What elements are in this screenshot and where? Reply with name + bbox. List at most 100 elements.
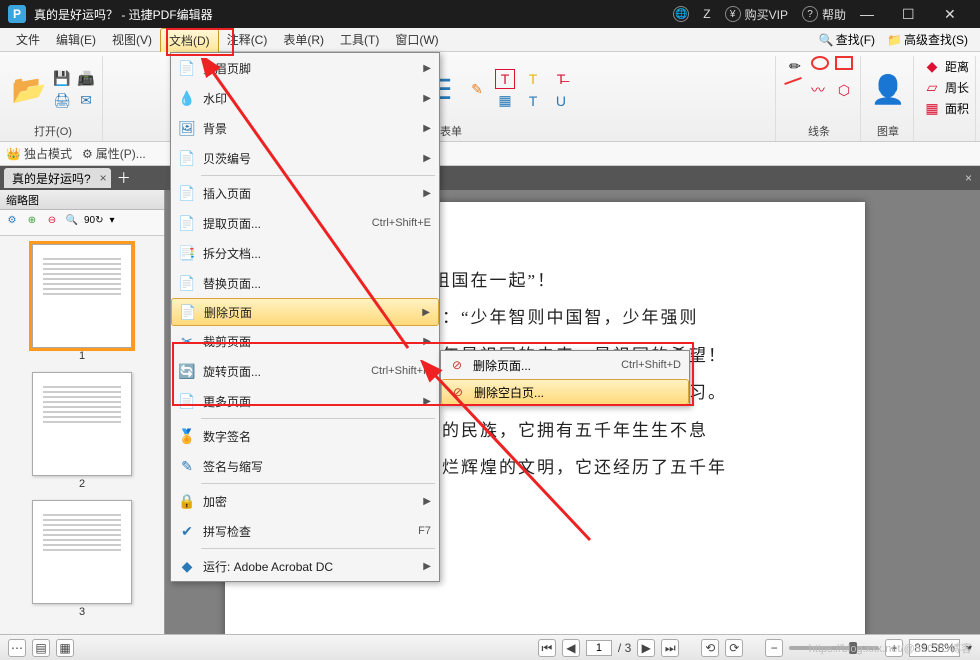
find-button[interactable]: 🔍查找(F) bbox=[815, 29, 879, 50]
last-page-button[interactable]: ⏭ bbox=[661, 639, 679, 657]
next-page-button[interactable]: ▶ bbox=[637, 639, 655, 657]
thumbnail-page[interactable] bbox=[32, 244, 132, 348]
text-tool-icon[interactable]: T bbox=[523, 91, 543, 111]
nav-back-button[interactable]: ⟲ bbox=[701, 639, 719, 657]
menu-注释[interactable]: 注释(C) bbox=[219, 28, 276, 52]
window-title: 真的是好运吗？ - 迅捷PDF编辑器 bbox=[34, 6, 213, 23]
menu-item[interactable]: 📄删除页面▶ bbox=[171, 298, 439, 326]
save-icon[interactable]: 💾 bbox=[52, 69, 72, 89]
nav-fwd-button[interactable]: ⟳ bbox=[725, 639, 743, 657]
mail-icon[interactable]: ✉ bbox=[76, 91, 96, 111]
thumb-zoom-icon[interactable]: 🔍 bbox=[64, 215, 80, 231]
menu-item[interactable]: 💧水印▶ bbox=[171, 83, 439, 113]
menu-item[interactable]: ✂裁剪页面▶ bbox=[171, 326, 439, 356]
menu-item[interactable]: 📄替换页面... bbox=[171, 268, 439, 298]
scan-icon[interactable]: 📠 bbox=[76, 69, 96, 89]
text-box-icon[interactable]: T bbox=[495, 69, 515, 89]
page-total-label: / 3 bbox=[618, 641, 631, 655]
thumb-add-icon[interactable]: ⊕ bbox=[24, 215, 40, 231]
new-tab-button[interactable]: ＋ bbox=[117, 168, 131, 188]
user-label[interactable]: Z bbox=[703, 7, 710, 21]
thumb-remove-icon[interactable]: ⊖ bbox=[44, 215, 60, 231]
zoom-out-button[interactable]: − bbox=[765, 639, 783, 657]
thumbnail-number: 2 bbox=[79, 478, 85, 490]
thumb-rotate-icon[interactable]: 90↻ bbox=[84, 215, 100, 231]
grid-icon[interactable]: ▦ bbox=[56, 639, 74, 657]
menu-item[interactable]: 📄更多页面▶ bbox=[171, 386, 439, 416]
thumbnails-header: 缩略图 bbox=[0, 190, 164, 210]
first-page-button[interactable]: ⏮ bbox=[538, 639, 556, 657]
open-icon[interactable]: 📂 bbox=[10, 71, 48, 109]
underline-icon[interactable]: U bbox=[551, 91, 571, 111]
watermark-text: https://blog.xxx.net/@51CTO博客 bbox=[809, 640, 972, 656]
minimize-button[interactable]: — bbox=[860, 6, 888, 22]
tabbar-close-icon[interactable]: × bbox=[965, 171, 972, 185]
menu-窗口[interactable]: 窗口(W) bbox=[387, 28, 446, 52]
vip-button[interactable]: ¥购买VIP bbox=[725, 6, 788, 23]
thumbnail-page[interactable] bbox=[32, 372, 132, 476]
menu-item[interactable]: ✔拼写检查F7 bbox=[171, 516, 439, 546]
menu-item[interactable]: 🔒加密▶ bbox=[171, 486, 439, 516]
document-menu-dropdown: 📄页眉页脚▶💧水印▶🖼背景▶📄贝茨编号▶ 📄插入页面▶📄提取页面...Ctrl+S… bbox=[170, 52, 440, 582]
menu-item[interactable]: 📄贝茨编号▶ bbox=[171, 143, 439, 173]
thumbnail-number: 1 bbox=[79, 350, 85, 362]
document-tab[interactable]: 真的是好运吗?× bbox=[4, 168, 111, 188]
document-tabbar: 真的是好运吗?× ＋ × bbox=[0, 166, 980, 190]
eraser-icon[interactable]: ◆ bbox=[922, 56, 942, 76]
print-icon[interactable]: 🖨 bbox=[52, 91, 72, 111]
menu-item[interactable]: 📄页眉页脚▶ bbox=[171, 53, 439, 83]
thumbnail-page[interactable] bbox=[32, 500, 132, 604]
submenu-item[interactable]: ⊘删除页面...Ctrl+Shift+D bbox=[441, 351, 689, 379]
prev-page-button[interactable]: ◀ bbox=[562, 639, 580, 657]
maximize-button[interactable]: ☐ bbox=[902, 6, 930, 23]
menu-item[interactable]: 📑拆分文档... bbox=[171, 238, 439, 268]
menu-表单[interactable]: 表单(R) bbox=[275, 28, 332, 52]
globe-icon[interactable]: 🌐 bbox=[673, 6, 689, 22]
menu-视图[interactable]: 视图(V) bbox=[104, 28, 160, 52]
pencil-icon[interactable]: ✏ bbox=[785, 56, 805, 76]
options-icon[interactable]: ⋯ bbox=[8, 639, 26, 657]
menu-编辑[interactable]: 编辑(E) bbox=[48, 28, 104, 52]
lines-label: 线条 bbox=[808, 123, 830, 141]
menu-item[interactable]: 🖼背景▶ bbox=[171, 113, 439, 143]
area-icon[interactable]: ▦ bbox=[922, 98, 942, 118]
stamp-icon[interactable]: 👤 bbox=[869, 71, 907, 109]
page-layout-icon[interactable]: ▤ bbox=[32, 639, 50, 657]
rect-shape-icon[interactable] bbox=[835, 56, 853, 70]
thumbnails-panel: 缩略图 ⚙ ⊕ ⊖ 🔍 90↻ ▾ 123 bbox=[0, 190, 165, 634]
menu-item[interactable]: 📄插入页面▶ bbox=[171, 178, 439, 208]
thumb-more-icon[interactable]: ▾ bbox=[104, 215, 120, 231]
ribbon-toolbar: 📂 💾 🖨 📠 ✉ 打开(O) ✋ ▭ 🔍 🔎 ☰ ✎ T ▦ T bbox=[0, 52, 980, 142]
help-button[interactable]: ?帮助 bbox=[802, 6, 846, 23]
menu-item[interactable]: ✎签名与缩写 bbox=[171, 451, 439, 481]
menu-文档[interactable]: 文档(D) bbox=[160, 28, 219, 52]
thumbnails-toolbar: ⚙ ⊕ ⊖ 🔍 90↻ ▾ bbox=[0, 210, 164, 236]
adv-find-button[interactable]: 📁高级查找(S) bbox=[883, 29, 972, 50]
ellipse-shape-icon[interactable] bbox=[811, 56, 829, 70]
highlight-icon[interactable]: ▦ bbox=[495, 91, 515, 111]
exclusive-mode-button[interactable]: 👑独占模式 bbox=[6, 145, 72, 162]
menu-item[interactable]: ◆运行: Adobe Acrobat DC▶ bbox=[171, 551, 439, 581]
secondary-toolbar: 👑独占模式 ⚙属性(P)... bbox=[0, 142, 980, 166]
close-tab-icon[interactable]: × bbox=[100, 171, 107, 185]
edit-icon[interactable]: ✎ bbox=[467, 80, 487, 100]
perimeter-icon[interactable]: ▱ bbox=[922, 77, 942, 97]
thumb-options-icon[interactable]: ⚙ bbox=[4, 215, 20, 231]
menu-item[interactable]: 🏅数字签名 bbox=[171, 421, 439, 451]
page-number-input[interactable] bbox=[586, 640, 612, 656]
submenu-item[interactable]: ⊘删除空白页... bbox=[441, 379, 689, 405]
menu-item[interactable]: 📄提取页面...Ctrl+Shift+E bbox=[171, 208, 439, 238]
menu-item[interactable]: 🔄旋转页面...Ctrl+Shift+R bbox=[171, 356, 439, 386]
properties-button[interactable]: ⚙属性(P)... bbox=[82, 145, 146, 162]
menu-文件[interactable]: 文件 bbox=[8, 28, 48, 52]
polyline-icon[interactable]: 〰 bbox=[808, 80, 828, 100]
open-label: 打开(O) bbox=[34, 123, 72, 141]
app-logo: P bbox=[8, 5, 26, 23]
strike-icon[interactable]: T̶ bbox=[551, 69, 571, 89]
line-shape-icon[interactable] bbox=[784, 77, 802, 85]
images-label: 图章 bbox=[877, 123, 899, 141]
menu-工具[interactable]: 工具(T) bbox=[332, 28, 387, 52]
close-button[interactable]: ✕ bbox=[944, 6, 972, 23]
text-yellow-icon[interactable]: T bbox=[523, 69, 543, 89]
polygon-icon[interactable]: ⬡ bbox=[834, 80, 854, 100]
